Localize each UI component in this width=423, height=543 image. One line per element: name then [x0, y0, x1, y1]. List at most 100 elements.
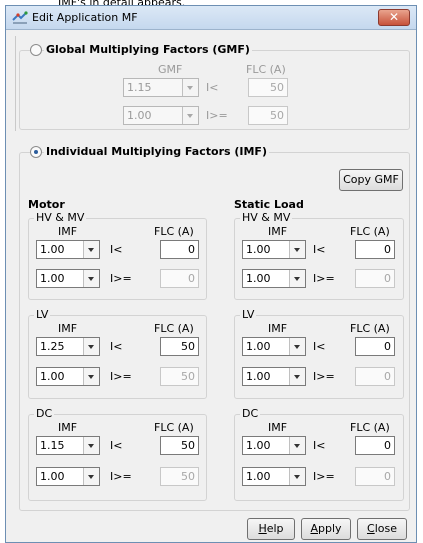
- apply-label-rest: pply: [318, 522, 342, 535]
- combo-value: 1.00: [246, 439, 271, 452]
- motor-heading: Motor: [28, 198, 65, 211]
- static-hv-mv-imf-low-combo[interactable]: 1.00: [242, 240, 306, 259]
- op-label: I<: [110, 243, 123, 256]
- chevron-down-icon[interactable]: [83, 338, 99, 355]
- apply-button[interactable]: Apply: [301, 518, 351, 540]
- motor-hv-mv-title: HV & MV: [34, 211, 87, 224]
- static-hv-mv-flc-label: FLC (A): [350, 225, 390, 238]
- combo-value: 1.25: [40, 340, 65, 353]
- gmf-op-high: I>=: [206, 109, 228, 122]
- motor-lv-flc-label: FLC (A): [154, 322, 194, 335]
- motor-dc-imf-low-combo[interactable]: 1.15: [36, 436, 100, 455]
- static-hv-mv-flc-low-field[interactable]: 0: [355, 240, 395, 259]
- static-hv-mv-imf-label: IMF: [268, 225, 288, 238]
- combo-value: 1.00: [246, 243, 271, 256]
- imf-legend: Individual Multiplying Factors (IMF): [44, 145, 269, 158]
- gmf-flc-column-label: FLC (A): [246, 63, 286, 76]
- chevron-down-icon[interactable]: [289, 437, 305, 454]
- motor-hv-mv-imf-high-combo[interactable]: 1.00: [36, 269, 100, 288]
- op-label: I>=: [313, 370, 335, 383]
- op-label: I<: [313, 340, 326, 353]
- chevron-down-icon[interactable]: [83, 368, 99, 385]
- static-lv-flc-label: FLC (A): [350, 322, 390, 335]
- gmf-combo-high[interactable]: 1.00: [123, 106, 199, 125]
- motor-lv-flc-low-field[interactable]: 50: [160, 337, 199, 356]
- close-button[interactable]: Close: [357, 518, 407, 540]
- static-dc-imf-high-combo[interactable]: 1.00: [242, 467, 306, 486]
- static-dc-flc-high-field[interactable]: 0: [355, 467, 395, 486]
- op-label: I>=: [110, 272, 132, 285]
- combo-value: 1.00: [246, 340, 271, 353]
- motor-hv-mv-imf-low-combo[interactable]: 1.00: [36, 240, 100, 259]
- motor-dc-flc-high-field[interactable]: 50: [160, 467, 199, 486]
- chevron-down-icon[interactable]: [83, 468, 99, 485]
- chevron-down-icon[interactable]: [289, 468, 305, 485]
- combo-value: 1.15: [40, 439, 65, 452]
- chevron-down-icon[interactable]: [182, 107, 198, 124]
- title-bar[interactable]: Edit Application MF ✕: [6, 6, 416, 30]
- static-hv-mv-flc-high-field[interactable]: 0: [355, 269, 395, 288]
- gmf-combo-low-value: 1.15: [127, 81, 152, 94]
- help-mnemonic: H: [258, 522, 267, 535]
- close-label-rest: lose: [374, 522, 397, 535]
- motor-hv-mv-flc-label: FLC (A): [154, 225, 194, 238]
- motor-hv-mv-imf-label: IMF: [58, 225, 78, 238]
- combo-value: 1.00: [246, 370, 271, 383]
- motor-dc-flc-low-field[interactable]: 50: [160, 436, 199, 455]
- static-load-heading: Static Load: [234, 198, 304, 211]
- static-hv-mv-title: HV & MV: [240, 211, 293, 224]
- help-button[interactable]: Help: [247, 518, 295, 540]
- gmf-legend: Global Multiplying Factors (GMF): [44, 43, 252, 56]
- motor-dc-imf-high-combo[interactable]: 1.00: [36, 467, 100, 486]
- left-divider: [15, 36, 16, 131]
- static-lv-imf-low-combo[interactable]: 1.00: [242, 337, 306, 356]
- static-dc-imf-low-combo[interactable]: 1.00: [242, 436, 306, 455]
- static-lv-imf-high-combo[interactable]: 1.00: [242, 367, 306, 386]
- gmf-flc-low-field[interactable]: 50: [248, 78, 288, 97]
- combo-value: 1.00: [40, 470, 65, 483]
- chevron-down-icon[interactable]: [182, 79, 198, 96]
- gmf-flc-high-field[interactable]: 50: [248, 106, 288, 125]
- chevron-down-icon[interactable]: [289, 338, 305, 355]
- static-lv-flc-low-field[interactable]: 0: [355, 337, 395, 356]
- apply-mnemonic: A: [310, 522, 318, 535]
- static-hv-mv-imf-high-combo[interactable]: 1.00: [242, 269, 306, 288]
- chevron-down-icon[interactable]: [289, 368, 305, 385]
- motor-dc-flc-label: FLC (A): [154, 421, 194, 434]
- gmf-combo-low[interactable]: 1.15: [123, 78, 199, 97]
- combo-value: 1.00: [40, 243, 65, 256]
- close-window-button[interactable]: ✕: [378, 9, 410, 26]
- motor-lv-flc-high-field[interactable]: 50: [160, 367, 199, 386]
- help-label-rest: elp: [266, 522, 284, 535]
- chevron-down-icon[interactable]: [83, 270, 99, 287]
- chevron-down-icon[interactable]: [83, 437, 99, 454]
- gmf-column-label: GMF: [158, 63, 183, 76]
- op-label: I>=: [110, 470, 132, 483]
- motor-dc-title: DC: [34, 407, 55, 420]
- chevron-down-icon[interactable]: [289, 241, 305, 258]
- motor-lv-imf-high-combo[interactable]: 1.00: [36, 367, 100, 386]
- combo-value: 1.00: [246, 272, 271, 285]
- imf-radio[interactable]: [30, 146, 42, 158]
- chevron-down-icon[interactable]: [289, 270, 305, 287]
- op-label: I<: [110, 340, 123, 353]
- dialog-window: Edit Application MF ✕ Global Multiplying…: [5, 5, 417, 543]
- combo-value: 1.00: [246, 470, 271, 483]
- app-icon: [12, 11, 28, 24]
- gmf-combo-high-value: 1.00: [127, 109, 152, 122]
- static-dc-flc-low-field[interactable]: 0: [355, 436, 395, 455]
- motor-hv-mv-flc-low-field[interactable]: 0: [160, 240, 199, 259]
- static-dc-title: DC: [240, 407, 261, 420]
- static-lv-title: LV: [240, 308, 257, 321]
- static-lv-flc-high-field[interactable]: 0: [355, 367, 395, 386]
- motor-lv-imf-low-combo[interactable]: 1.25: [36, 337, 100, 356]
- op-label: I>=: [313, 470, 335, 483]
- op-label: I<: [313, 243, 326, 256]
- copy-gmf-button[interactable]: Copy GMF: [339, 169, 403, 191]
- motor-hv-mv-flc-high-field[interactable]: 0: [160, 269, 199, 288]
- gmf-radio[interactable]: [30, 44, 42, 56]
- chevron-down-icon[interactable]: [83, 241, 99, 258]
- op-label: I>=: [313, 272, 335, 285]
- combo-value: 1.00: [40, 272, 65, 285]
- op-label: I>=: [110, 370, 132, 383]
